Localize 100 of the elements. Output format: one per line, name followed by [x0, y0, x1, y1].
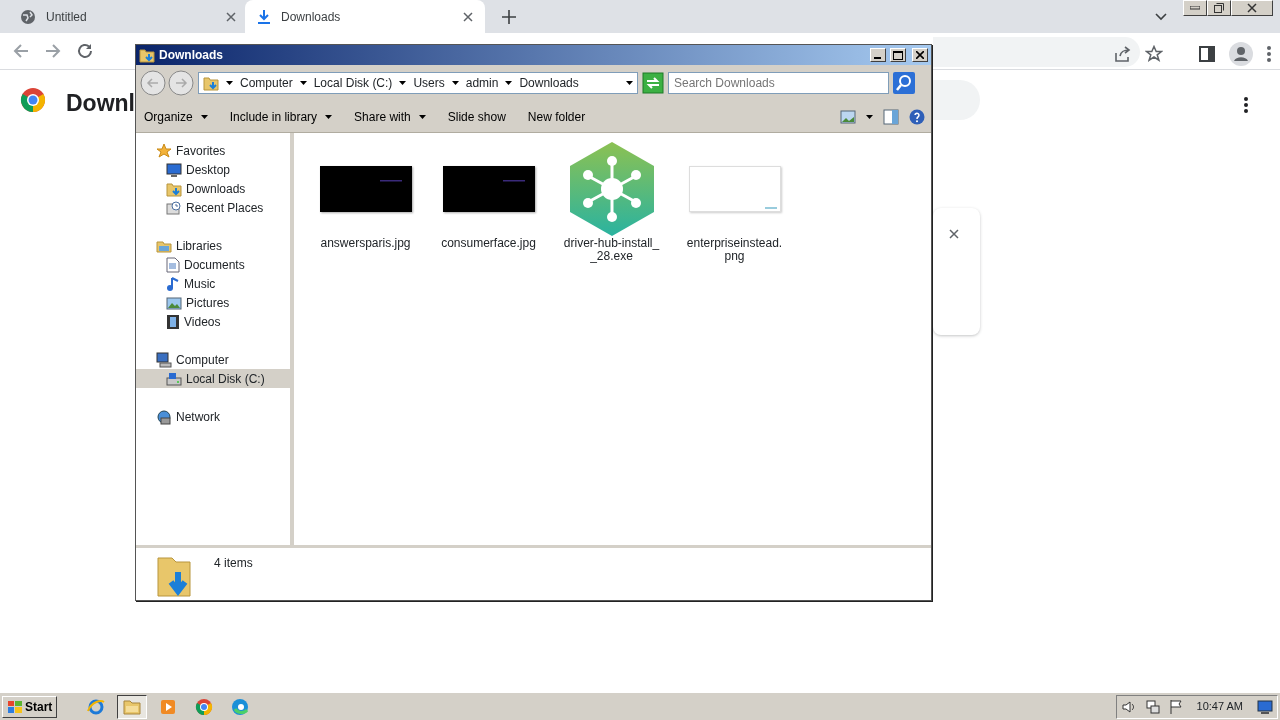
- new-tab-icon[interactable]: [502, 10, 516, 24]
- maximize-icon: [893, 50, 903, 60]
- item-count: 4 items: [214, 555, 253, 572]
- dropdown-icon[interactable]: [866, 114, 873, 119]
- file-name[interactable]: consumerface.jpg: [438, 237, 539, 250]
- caret-icon: [200, 114, 208, 119]
- desktop-icon: [166, 161, 182, 178]
- download-icon: [257, 8, 271, 25]
- media-player-icon: [160, 698, 177, 715]
- taskbar-app[interactable]: [117, 694, 148, 719]
- nav-item[interactable]: Local Disk (C:): [136, 369, 290, 388]
- video-icon: [166, 313, 180, 330]
- nav-item[interactable]: Favorites: [136, 141, 290, 160]
- hub-app-icon: [568, 141, 655, 237]
- speaker-icon: [1120, 698, 1137, 715]
- show-desktop-icon: [1257, 699, 1273, 714]
- caret-icon: [418, 114, 426, 119]
- folder-download-icon: [203, 75, 219, 91]
- chrome-logo: [20, 87, 46, 113]
- close-button[interactable]: [912, 48, 928, 62]
- profile-icon: [1229, 42, 1253, 66]
- nav-item[interactable]: Desktop: [136, 160, 290, 179]
- window-title: Downloads: [159, 47, 224, 64]
- close-icon[interactable]: [949, 229, 959, 239]
- page-title: Downl: [66, 89, 135, 118]
- dropdown-icon[interactable]: [505, 81, 513, 85]
- folder-download-icon: [139, 47, 155, 63]
- music-icon: [166, 275, 180, 292]
- caret-icon: [325, 114, 333, 119]
- breadcrumb-item[interactable]: admin: [465, 74, 499, 92]
- minimize-button[interactable]: [1183, 0, 1207, 16]
- dropdown-icon[interactable]: [399, 81, 407, 85]
- hard-disk-icon: [166, 370, 182, 387]
- chevron-down-icon[interactable]: [1155, 13, 1167, 21]
- start-button[interactable]: Start: [2, 695, 58, 718]
- file-name[interactable]: enterpriseinstead.png: [684, 237, 785, 263]
- back-icon: [12, 42, 30, 60]
- minimize-icon: [1190, 6, 1200, 10]
- dropdown-icon[interactable]: [626, 81, 633, 85]
- maximize-button[interactable]: [890, 48, 906, 62]
- breadcrumb-item[interactable]: Computer: [240, 74, 293, 92]
- menu-icon: [1267, 46, 1271, 62]
- nav-item[interactable]: Documents: [136, 255, 290, 274]
- dropdown-icon[interactable]: [226, 81, 233, 85]
- browser-tab[interactable]: Untitled: [8, 0, 248, 33]
- edge-icon: [231, 697, 250, 716]
- close-button[interactable]: [1231, 0, 1273, 16]
- browser-tab[interactable]: Downloads: [245, 0, 485, 33]
- toolbar-button[interactable]: Organize: [142, 107, 210, 126]
- preview-pane-icon: [883, 108, 899, 125]
- share-icon: [1113, 45, 1131, 63]
- address-bar[interactable]: Computer Local Disk (C:) Users admin Downloads: [198, 72, 638, 94]
- ie-icon: [87, 697, 106, 716]
- nav-item[interactable]: Network: [136, 407, 290, 426]
- minimize-button[interactable]: [870, 48, 886, 62]
- nav-item[interactable]: Pictures: [136, 293, 290, 312]
- close-icon: [916, 51, 924, 59]
- breadcrumb-item[interactable]: Downloads: [519, 74, 579, 92]
- menu-icon: [1244, 96, 1248, 113]
- nav-item[interactable]: Videos: [136, 312, 290, 331]
- nav-item[interactable]: Libraries: [136, 236, 290, 255]
- computer-icon: [156, 351, 172, 368]
- close-icon[interactable]: [226, 11, 236, 22]
- globe-icon: [20, 8, 36, 25]
- breadcrumb-item[interactable]: Users: [413, 74, 445, 92]
- toolbar-button[interactable]: Share with: [352, 107, 428, 126]
- chrome-icon: [195, 697, 214, 716]
- folder-download-icon: [156, 554, 192, 598]
- pictures-icon: [166, 294, 182, 311]
- search-icon: [893, 72, 915, 94]
- windows-logo: [7, 699, 23, 714]
- flag-icon: [1168, 698, 1183, 715]
- document-icon: [166, 256, 180, 273]
- close-icon: [1247, 3, 1257, 13]
- nav-item[interactable]: Music: [136, 274, 290, 293]
- network-icon: [156, 408, 172, 425]
- toolbar-button[interactable]: Include in library: [227, 107, 335, 126]
- recent-places-icon: [166, 199, 182, 216]
- breadcrumb-item[interactable]: Local Disk (C:): [313, 74, 393, 92]
- file-name[interactable]: driver-hub-install__28.exe: [561, 237, 662, 263]
- help-icon: [909, 108, 925, 125]
- nav-item[interactable]: Computer: [136, 350, 290, 369]
- restore-button[interactable]: [1207, 0, 1231, 16]
- toolbar-button[interactable]: Slide show: [445, 107, 508, 126]
- view-icon: [840, 109, 856, 124]
- dropdown-icon[interactable]: [451, 81, 459, 85]
- nav-item[interactable]: Recent Places: [136, 198, 290, 217]
- star-icon: [156, 142, 172, 159]
- network-icon: [1144, 698, 1161, 715]
- search-field[interactable]: Search Downloads: [668, 72, 889, 94]
- clock[interactable]: 10:47 AM: [1196, 698, 1243, 715]
- close-icon[interactable]: [463, 11, 473, 22]
- file-name[interactable]: answersparis.jpg: [315, 237, 416, 250]
- refresh-icon: [642, 72, 664, 94]
- dropdown-icon[interactable]: [299, 81, 307, 85]
- folder-download-icon: [166, 180, 182, 197]
- toolbar-button[interactable]: New folder: [525, 107, 588, 126]
- reload-icon: [76, 42, 94, 60]
- forward-icon: [44, 42, 62, 60]
- nav-item[interactable]: Downloads: [136, 179, 290, 198]
